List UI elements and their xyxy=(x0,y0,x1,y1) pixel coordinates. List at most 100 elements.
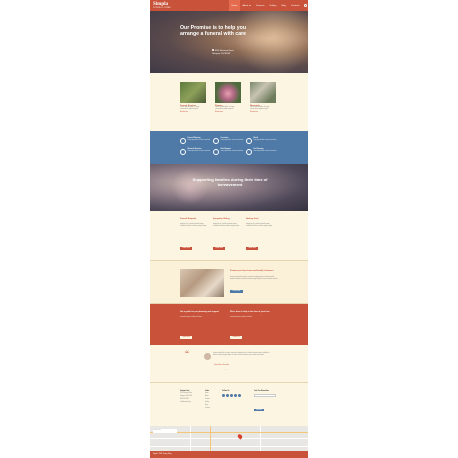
hero-title: Our Promise is to help you arrange a fun… xyxy=(180,25,247,37)
nav-item-contacts[interactable]: Contacts xyxy=(288,0,302,11)
service-image xyxy=(180,82,206,103)
nav-item-about[interactable]: About us xyxy=(240,0,254,11)
copyright-bar: Simpla © 2016. Privacy Policy xyxy=(150,451,308,458)
read-more-button[interactable]: Read more xyxy=(213,247,226,251)
logo-subtitle: FUNERAL HOME xyxy=(153,7,171,9)
read-more-button[interactable]: Read more xyxy=(180,247,193,251)
service-card[interactable]: Memorials Lorem ipsum dolor sit amet, co… xyxy=(250,82,276,113)
feature-text: Lorem ipsum dolor sit amet consectetur. xyxy=(220,151,244,152)
nav-item-gallery[interactable]: Gallery xyxy=(267,0,279,11)
footer-heading: Contact Info xyxy=(180,391,190,392)
feature-text: Lorem ipsum dolor sit amet consectetur. xyxy=(253,140,277,141)
footer-social: Follow Us xyxy=(222,391,241,397)
cta-block: We're here to help in the time of your l… xyxy=(230,311,274,342)
footer-contact-line: 8901 Marmora Road, xyxy=(180,393,193,394)
facebook-icon[interactable] xyxy=(222,394,225,397)
map-road xyxy=(260,426,261,451)
nav-item-services[interactable]: Services xyxy=(254,0,267,11)
service-text: Lorem ipsum dolor sit amet, consectetur … xyxy=(250,107,270,111)
footer-contact-line: 800 2345-6789 xyxy=(180,398,189,400)
info-column: Healing Grief Lorem ipsum dolor sit amet… xyxy=(246,218,274,253)
linkedin-icon[interactable] xyxy=(234,394,237,397)
service-text: Lorem ipsum dolor sit amet, consectetur … xyxy=(215,107,235,111)
header: Simpla FUNERAL HOME Home About us Servic… xyxy=(150,0,308,11)
main-nav: Home About us Services Gallery Blog Cont… xyxy=(229,0,308,11)
rss-icon[interactable] xyxy=(238,394,241,397)
info-column: Sympathy Gifting Lorem ipsum dolor sit a… xyxy=(213,218,241,253)
nav-item-home[interactable]: Home xyxy=(229,0,240,11)
footer-contact-line: Glasgow, D04 89GR. xyxy=(180,395,193,397)
cta-text: Lorem ipsum dolor sit amet, consectetur … xyxy=(230,314,269,318)
service-card[interactable]: Flowers Lorem ipsum dolor sit amet, cons… xyxy=(215,82,241,113)
learn-more-button[interactable]: Learn more xyxy=(230,290,243,293)
footer-heading: Join Our Newsletter xyxy=(254,391,270,392)
feature-icon xyxy=(246,149,252,155)
feature-text: Lorem ipsum dolor sit amet consectetur. xyxy=(187,151,211,152)
footer: Contact Info 8901 Marmora Road, Glasgow,… xyxy=(150,382,308,426)
map-highway xyxy=(210,426,212,451)
copyright-text: Simpla © 2016. Privacy Policy xyxy=(153,454,172,455)
feature-text: Lorem ipsum dolor sit amet consectetur. xyxy=(220,140,244,141)
carousel-dots[interactable]: • • • xyxy=(224,370,226,371)
newsletter-email-input[interactable] xyxy=(254,394,276,397)
cta-button[interactable]: Read more xyxy=(180,335,193,339)
info-column: Funeral Etiquette Lorem ipsum dolor sit … xyxy=(180,218,208,253)
nav-item-blog[interactable]: Blog xyxy=(279,0,288,11)
search-icon[interactable] xyxy=(302,0,308,11)
google-map[interactable]: Google Maps xyxy=(150,426,308,451)
read-more-link[interactable]: Read more xyxy=(215,112,241,113)
cta-block: Get a guide for pre-planning and support… xyxy=(180,311,224,342)
logo[interactable]: Simpla FUNERAL HOME xyxy=(150,2,171,9)
footer-heading: Follow Us xyxy=(222,391,230,392)
cta-title: Get a guide for pre-planning and support xyxy=(180,311,219,313)
cta-button[interactable]: Contact us xyxy=(230,335,243,339)
footer-link[interactable]: Blog xyxy=(205,405,210,407)
footer-link[interactable]: About xyxy=(205,396,210,398)
footer-heading: Links xyxy=(205,391,210,392)
google-plus-icon[interactable] xyxy=(230,394,233,397)
info-column-title: Funeral Etiquette xyxy=(180,218,197,220)
page-canvas: Simpla FUNERAL HOME Home About us Servic… xyxy=(150,0,308,458)
subscribe-button[interactable]: Subscribe xyxy=(254,408,264,412)
footer-link[interactable]: Gallery xyxy=(205,402,210,404)
preplanning-title: Protect your loved ones and family's fin… xyxy=(230,270,274,272)
info-column-title: Sympathy Gifting xyxy=(213,218,230,220)
feature-icon xyxy=(246,138,252,144)
feature-item: Pre-Planning Lorem ipsum dolor sit amet c… xyxy=(246,149,278,155)
footer-link[interactable]: Home xyxy=(205,393,210,395)
footer-links: Links Home About Services Gallery Blog C… xyxy=(205,391,210,409)
footer-link[interactable]: Contacts xyxy=(205,408,210,410)
footer-contact: Contact Info 8901 Marmora Road, Glasgow,… xyxy=(180,391,192,404)
preplanning-section: Protect your loved ones and family's fin… xyxy=(150,260,308,304)
service-card[interactable]: Funeral Services Lorem ipsum dolor sit a… xyxy=(180,82,206,113)
support-banner: Supporting families during their time of… xyxy=(150,164,308,211)
support-banner-title: Supporting families during their time of… xyxy=(192,177,268,187)
feature-item: Cremation Lorem ipsum dolor sit amet cons… xyxy=(213,138,245,144)
testimonial-author: Diana Rose, Riverside xyxy=(214,365,229,366)
feature-icon xyxy=(180,138,186,144)
info-column-title: Healing Grief xyxy=(246,218,259,220)
footer-contact-line[interactable]: info@demolink.org xyxy=(180,402,192,404)
info-column-text: Lorem ipsum dolor sit amet, consectetur … xyxy=(180,222,207,227)
hero-banner: Our Promise is to help you arrange a fun… xyxy=(150,11,308,73)
hero-contact: 8901 Marmora Road Glasgow, D04 89GR xyxy=(212,49,233,55)
read-more-link[interactable]: Read more xyxy=(180,112,206,113)
info-columns: Funeral Etiquette Lorem ipsum dolor sit … xyxy=(150,211,308,260)
hero-contact-line2: Glasgow, D04 89GR xyxy=(212,52,231,55)
feature-icon xyxy=(213,138,219,144)
footer-link[interactable]: Services xyxy=(205,399,210,401)
social-icons xyxy=(222,394,241,397)
map-road xyxy=(190,426,191,451)
read-more-link[interactable]: Read more xyxy=(250,112,276,113)
cta-text: Lorem ipsum dolor sit amet, consectetur … xyxy=(180,314,219,318)
map-info-box: Google Maps xyxy=(153,429,177,433)
map-road xyxy=(150,438,308,439)
feature-item: Funeral Planning Lorem ipsum dolor sit am… xyxy=(180,138,212,144)
info-column-text: Lorem ipsum dolor sit amet, consectetur … xyxy=(213,222,240,227)
testimonial-section: “ Lorem ipsum dolor sit amet, consectetu… xyxy=(150,345,308,382)
family-photo xyxy=(180,269,224,297)
twitter-icon[interactable] xyxy=(226,394,229,397)
testimonial-text: Lorem ipsum dolor sit amet, consectetur … xyxy=(213,353,270,356)
cta-title: We're here to help in the time of your l… xyxy=(230,311,270,313)
read-more-button[interactable]: Read more xyxy=(246,247,259,251)
